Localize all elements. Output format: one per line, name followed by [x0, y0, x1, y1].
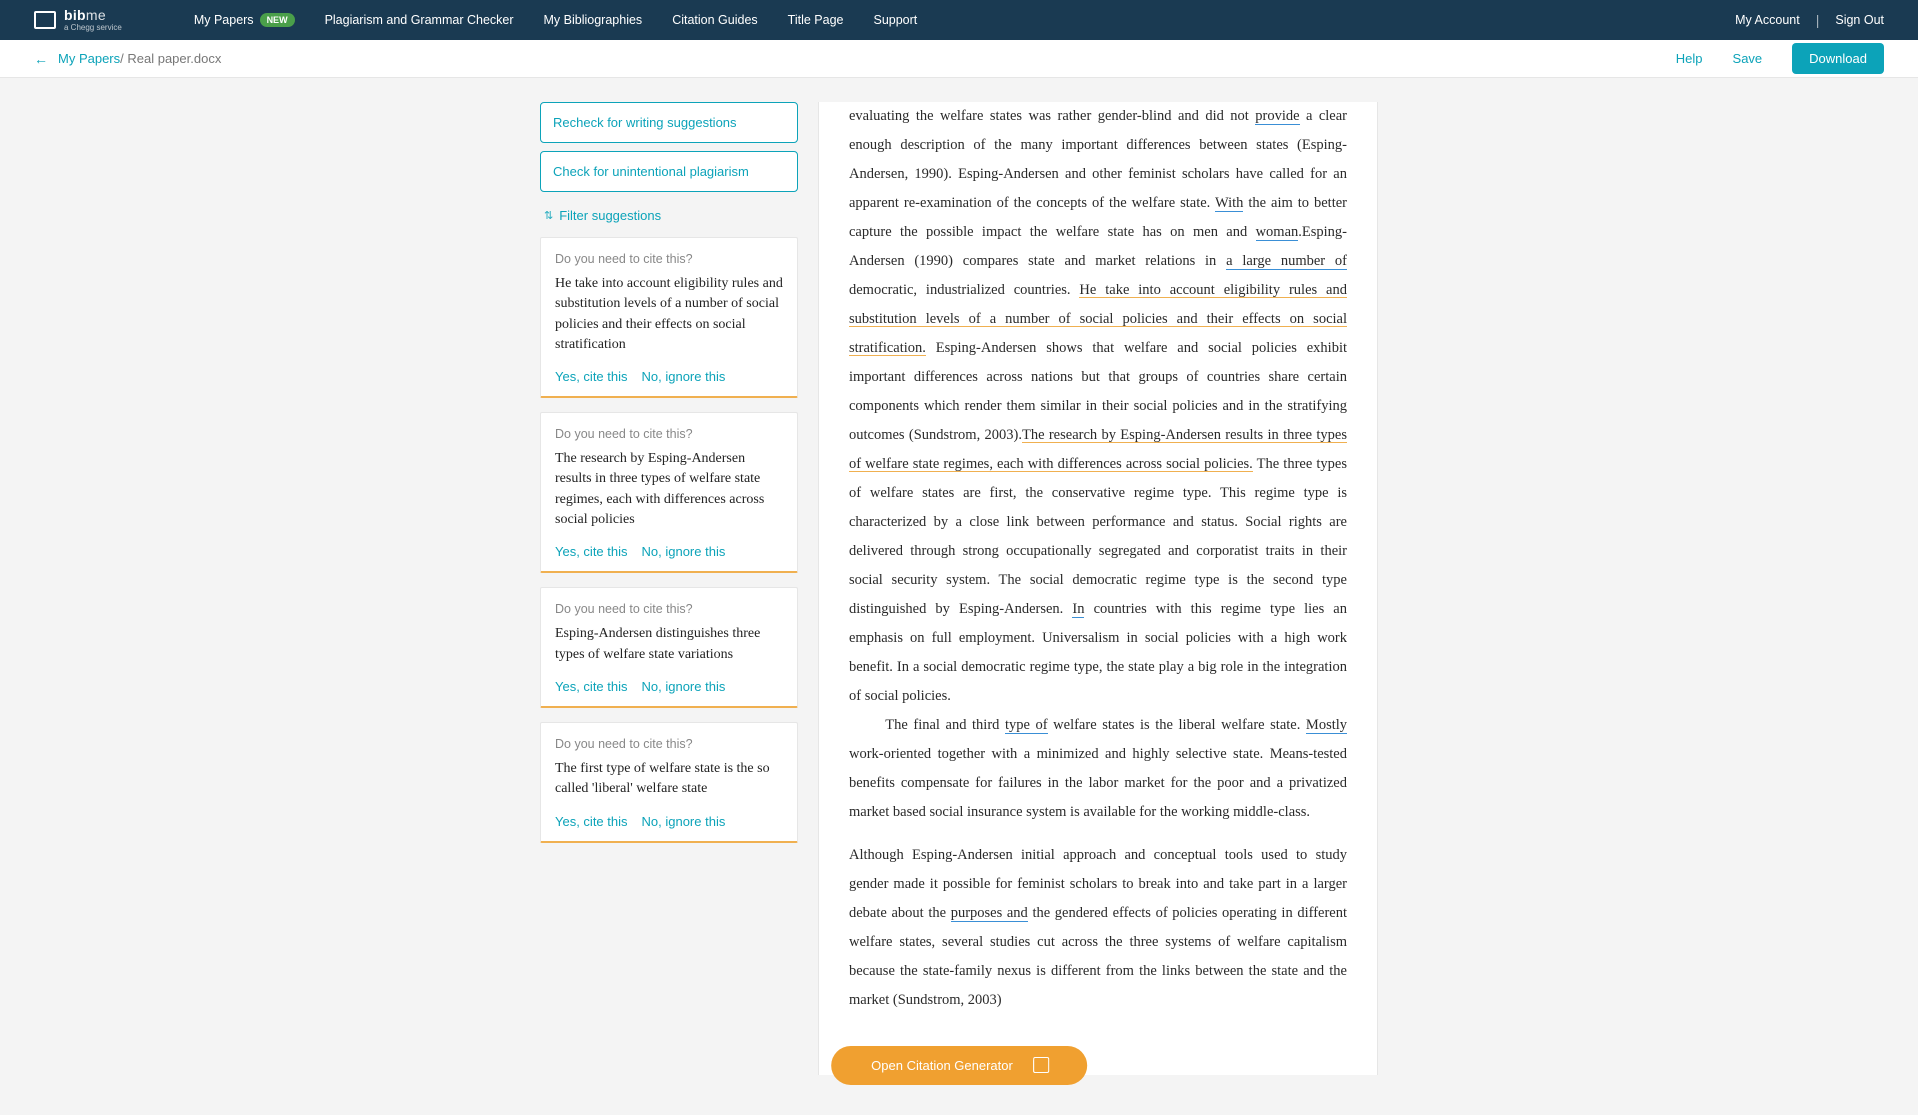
- recheck-button[interactable]: Recheck for writing suggestions: [540, 102, 798, 143]
- grammar-highlight[interactable]: In: [1072, 601, 1084, 618]
- suggestion-actions: Yes, cite this No, ignore this: [555, 369, 783, 384]
- suggestion-card[interactable]: Do you need to cite this? The first type …: [540, 722, 798, 843]
- suggestion-text: He take into account eligibility rules a…: [555, 274, 783, 355]
- paragraph: evaluating the welfare states was rather…: [849, 102, 1347, 711]
- suggestion-question: Do you need to cite this?: [555, 602, 783, 616]
- suggestion-question: Do you need to cite this?: [555, 737, 783, 751]
- no-ignore-link[interactable]: No, ignore this: [642, 814, 726, 829]
- back-arrow-icon[interactable]: ←: [34, 51, 48, 67]
- top-nav: bibme a Chegg service My Papers NEW Plag…: [0, 0, 1918, 40]
- suggestion-question: Do you need to cite this?: [555, 252, 783, 266]
- sub-nav-right: Help Save Download: [1676, 43, 1884, 74]
- nav-right: My Account | Sign Out: [1735, 12, 1884, 28]
- grammar-highlight[interactable]: Mostly: [1306, 717, 1347, 734]
- nav-my-account[interactable]: My Account: [1735, 13, 1800, 27]
- nav-plagiarism[interactable]: Plagiarism and Grammar Checker: [325, 13, 514, 27]
- grammar-highlight[interactable]: type of: [1005, 717, 1048, 734]
- grammar-highlight[interactable]: With: [1215, 195, 1243, 212]
- download-button[interactable]: Download: [1792, 43, 1884, 74]
- suggestion-card[interactable]: Do you need to cite this? The research by…: [540, 412, 798, 573]
- nav-label: My Papers: [194, 13, 254, 27]
- cite-button-label: Open Citation Generator: [871, 1058, 1013, 1073]
- suggestion-actions: Yes, cite this No, ignore this: [555, 544, 783, 559]
- logo-text: bibme: [64, 8, 122, 22]
- yes-cite-link[interactable]: Yes, cite this: [555, 369, 628, 384]
- book-icon: [34, 11, 56, 29]
- suggestion-card[interactable]: Do you need to cite this? He take into ac…: [540, 237, 798, 398]
- paragraph: Although Esping-Andersen initial approac…: [849, 841, 1347, 1015]
- filter-label: Filter suggestions: [559, 208, 661, 223]
- yes-cite-link[interactable]: Yes, cite this: [555, 814, 628, 829]
- save-link[interactable]: Save: [1733, 51, 1763, 66]
- help-link[interactable]: Help: [1676, 51, 1703, 66]
- suggestion-card[interactable]: Do you need to cite this? Esping-Andersen…: [540, 587, 798, 708]
- nav-citation-guides[interactable]: Citation Guides: [672, 13, 757, 27]
- paragraph: The final and third type of welfare stat…: [849, 711, 1347, 827]
- check-plagiarism-button[interactable]: Check for unintentional plagiarism: [540, 151, 798, 192]
- copy-icon: [1033, 1059, 1047, 1073]
- suggestion-text: The research by Esping-Andersen results …: [555, 449, 783, 530]
- nav-support[interactable]: Support: [873, 13, 917, 27]
- grammar-highlight[interactable]: woman: [1256, 224, 1299, 241]
- no-ignore-link[interactable]: No, ignore this: [642, 544, 726, 559]
- grammar-highlight[interactable]: a large number of: [1226, 253, 1347, 270]
- nav-bibliographies[interactable]: My Bibliographies: [544, 13, 643, 27]
- grammar-highlight[interactable]: provide: [1255, 108, 1299, 125]
- logo[interactable]: bibme a Chegg service: [34, 8, 122, 32]
- suggestions-sidebar: Recheck for writing suggestions Check fo…: [540, 102, 798, 1075]
- open-citation-generator-button[interactable]: Open Citation Generator: [831, 1046, 1087, 1085]
- filter-icon: ⇅: [544, 209, 553, 222]
- suggestion-actions: Yes, cite this No, ignore this: [555, 814, 783, 829]
- separator: |: [1816, 12, 1820, 28]
- document-body[interactable]: evaluating the welfare states was rather…: [849, 102, 1347, 1015]
- grammar-highlight[interactable]: purposes and: [951, 905, 1028, 922]
- main-content: Recheck for writing suggestions Check fo…: [0, 78, 1918, 1115]
- nav-title-page[interactable]: Title Page: [788, 13, 844, 27]
- suggestion-text: Esping-Andersen distinguishes three type…: [555, 624, 783, 665]
- no-ignore-link[interactable]: No, ignore this: [642, 679, 726, 694]
- yes-cite-link[interactable]: Yes, cite this: [555, 544, 628, 559]
- logo-tagline: a Chegg service: [64, 24, 122, 32]
- sub-nav: ← My Papers/ Real paper.docx Help Save D…: [0, 40, 1918, 78]
- suggestion-question: Do you need to cite this?: [555, 427, 783, 441]
- suggestion-text: The first type of welfare state is the s…: [555, 759, 783, 800]
- yes-cite-link[interactable]: Yes, cite this: [555, 679, 628, 694]
- no-ignore-link[interactable]: No, ignore this: [642, 369, 726, 384]
- breadcrumb: My Papers/ Real paper.docx: [58, 51, 221, 66]
- nav-sign-out[interactable]: Sign Out: [1835, 13, 1884, 27]
- breadcrumb-current: / Real paper.docx: [120, 51, 221, 66]
- breadcrumb-parent[interactable]: My Papers: [58, 51, 120, 66]
- document-view: evaluating the welfare states was rather…: [818, 102, 1378, 1075]
- nav-my-papers[interactable]: My Papers NEW: [194, 13, 295, 27]
- nav-items: My Papers NEW Plagiarism and Grammar Che…: [194, 13, 917, 27]
- suggestion-actions: Yes, cite this No, ignore this: [555, 679, 783, 694]
- new-badge: NEW: [260, 13, 295, 27]
- filter-suggestions[interactable]: ⇅ Filter suggestions: [540, 200, 798, 229]
